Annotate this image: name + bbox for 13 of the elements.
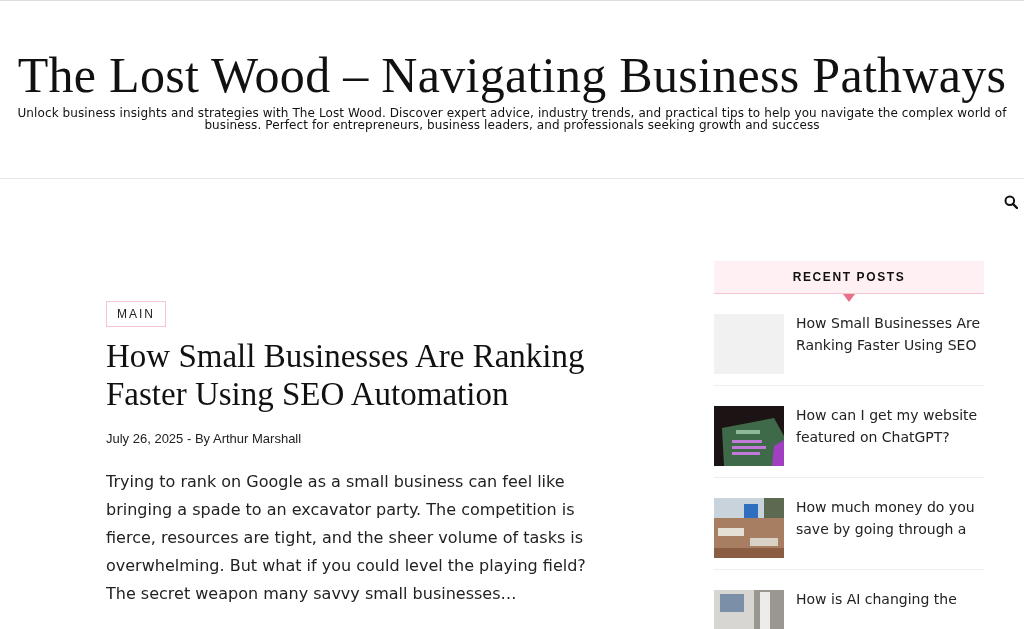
author-link[interactable]: Arthur Marshall xyxy=(213,431,302,446)
widget-title: RECENT POSTS xyxy=(792,270,906,284)
post-excerpt: Trying to rank on Google as a small business can feel like bringing a spade to an excavator party. The competition is fierce, resources are tight, and the sheer volume of tasks is overwhelming. But what if you could level the playing field? The secret weapon many savvy small businesses… xyxy=(106,471,587,605)
post-title[interactable]: How Small Businesses Are Ranking Faster Using SEO Automation xyxy=(106,337,606,413)
site-tagline: Unlock business insights and strategies with The Lost Wood. Discover expert advice, industry trends, and practical tips to help you navigate the complex world of business. Perfect for entrepreneurs, business leaders, and professionals seeking growth and success xyxy=(16,107,1008,131)
recent-post-link[interactable]: How is AI changing the xyxy=(796,588,957,629)
recent-post-link[interactable]: How can I get my website featured on ChatGPT? xyxy=(796,404,984,463)
byline-label: - By xyxy=(186,431,211,446)
recent-post-link[interactable]: How Small Businesses Are Ranking Faster Using SEO xyxy=(796,312,984,371)
category-tag[interactable]: MAIN xyxy=(106,301,166,327)
recent-post-link[interactable]: How much money do you save by going through a xyxy=(796,496,984,555)
post-date: July 26, 2025 xyxy=(106,431,184,446)
site-title[interactable]: The Lost Wood – Navigating Business Pathways xyxy=(17,1,1007,105)
